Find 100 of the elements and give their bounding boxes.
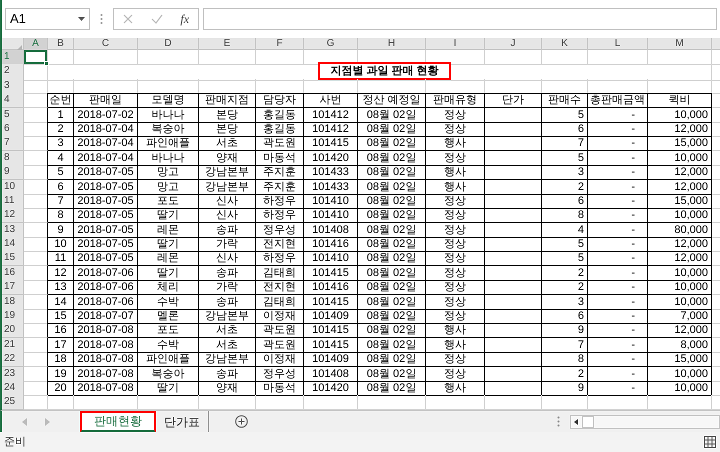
date-cell: 2018-07-08 [74,338,138,353]
row-header[interactable]: 25 [2,395,24,410]
delivery-fee-cell: 10,000 [648,150,712,166]
sale-type-cell: 정상 [426,122,485,137]
quantity-cell: 3 [542,294,588,310]
total-amount-cell: - [588,309,648,324]
add-sheet-icon[interactable] [235,415,248,428]
row-header[interactable]: 13 [2,222,24,238]
settlement-date-cell: 08월 02일 [358,237,426,252]
row-header[interactable]: 11 [2,194,24,209]
row-header[interactable]: 6 [2,122,24,137]
settlement-date-cell: 08월 02일 [358,108,426,123]
cancel-icon[interactable] [122,14,133,24]
date-cell: 2018-07-07 [74,309,138,324]
quantity-cell: 4 [542,222,588,238]
row-header[interactable]: 10 [2,180,24,195]
model-cell: 포도 [138,323,199,338]
column-header[interactable]: K [542,38,588,52]
formula-input[interactable] [203,8,717,30]
row-header[interactable]: 9 [2,165,24,180]
total-amount-cell: - [588,280,648,296]
date-cell: 2018-07-05 [74,222,138,238]
model-cell: 파인애플 [138,136,199,152]
column-header[interactable]: M [648,38,712,52]
date-cell: 2018-07-08 [74,352,138,368]
column-header[interactable]: F [256,38,304,52]
column-header[interactable]: I [426,38,485,52]
sheet-tab[interactable]: 판매현황 [80,410,156,432]
row-header[interactable]: 16 [2,266,24,281]
employee-id-cell: 101415 [304,136,358,152]
normal-view-icon[interactable] [704,436,716,448]
row-header[interactable]: 20 [2,323,24,338]
staff-cell: 하정우 [256,194,304,209]
name-box[interactable]: A1 [5,8,90,30]
settlement-date-cell: 08월 02일 [358,323,426,338]
scroll-left-icon[interactable] [574,418,578,424]
sale-type-cell: 행사 [426,323,485,338]
quantity-cell: 7 [542,136,588,152]
date-cell: 2018-07-08 [74,323,138,338]
quantity-cell: 3 [542,165,588,180]
scrollbar-thumb[interactable] [582,416,594,428]
row-header[interactable]: 12 [2,208,24,224]
row-header[interactable]: 24 [2,380,24,396]
quantity-cell: 9 [542,323,588,338]
horizontal-scrollbar[interactable] [570,414,720,428]
quantity-cell: 8 [542,208,588,224]
staff-cell: 주지훈 [256,165,304,180]
column-header[interactable]: H [358,38,426,52]
staff-cell: 하정우 [256,251,304,266]
settlement-date-cell: 08월 02일 [358,222,426,238]
insert-function-button[interactable]: fx [180,10,190,28]
column-header[interactable]: C [74,38,138,52]
model-cell: 딸기 [138,208,199,224]
row-header[interactable]: 23 [2,366,24,382]
row-header[interactable]: 4 [2,93,24,108]
column-header[interactable]: B [48,38,74,52]
enter-check-icon[interactable] [150,14,163,24]
settlement-date-cell: 08월 02일 [358,380,426,396]
row-header[interactable]: 3 [2,78,24,94]
branch-cell: 신사 [199,194,256,209]
more-options-icon[interactable] [557,416,560,427]
column-header[interactable]: J [485,38,542,52]
settlement-date-cell: 08월 02일 [358,251,426,266]
column-heading-cell: 판매지점 [199,93,256,108]
column-header[interactable]: D [138,38,199,52]
employee-id-cell: 101433 [304,180,358,195]
next-sheet-icon[interactable] [45,418,50,426]
row-header[interactable]: 22 [2,352,24,368]
delivery-fee-cell: 7,000 [648,309,712,324]
row-header[interactable]: 18 [2,294,24,310]
empty-cell [588,50,648,65]
delivery-fee-cell: 12,000 [648,180,712,195]
column-header[interactable]: G [304,38,358,52]
empty-cell [485,366,542,382]
row-header[interactable]: 17 [2,280,24,296]
row-header[interactable]: 1 [2,50,24,65]
more-options-icon[interactable] [100,13,103,25]
sale-type-cell: 행사 [426,380,485,396]
row-header[interactable]: 15 [2,251,24,266]
number-cell: 7 [48,194,74,209]
staff-cell: 홍길동 [256,122,304,137]
row-header[interactable]: 5 [2,108,24,123]
previous-sheet-icon[interactable] [22,418,27,426]
row-header[interactable]: 14 [2,237,24,252]
branch-cell: 가락 [199,237,256,252]
row-header[interactable]: 8 [2,150,24,166]
row-header[interactable]: 19 [2,309,24,324]
branch-cell: 서초 [199,338,256,353]
number-cell: 13 [48,280,74,296]
employee-id-cell: 101408 [304,366,358,382]
model-cell: 바나나 [138,150,199,166]
settlement-date-cell: 08월 02일 [358,309,426,324]
row-header[interactable]: 7 [2,136,24,152]
total-amount-cell: - [588,237,648,252]
selected-cell[interactable] [24,50,47,64]
staff-cell: 김태희 [256,294,304,310]
column-header[interactable]: L [588,38,648,52]
column-header[interactable]: E [199,38,256,52]
total-amount-cell: - [588,194,648,209]
row-header[interactable]: 21 [2,338,24,353]
